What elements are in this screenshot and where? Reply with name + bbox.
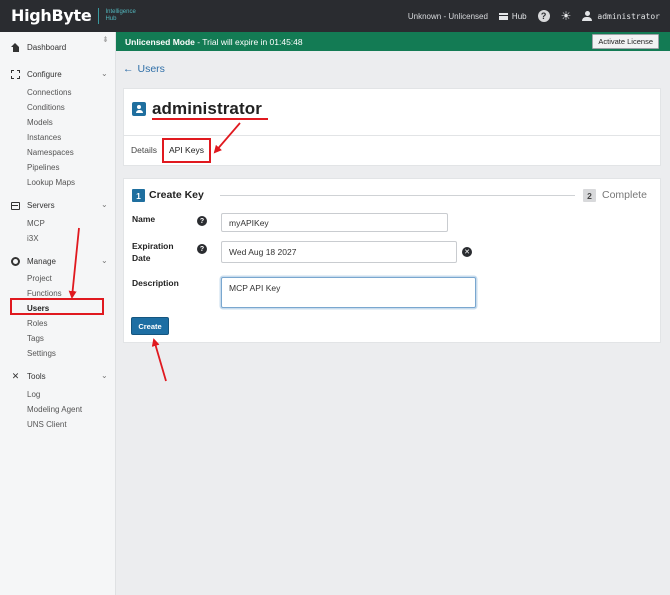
logo-subtitle: Intelligence Hub bbox=[105, 9, 135, 23]
sidebar-item-conditions[interactable]: Conditions bbox=[27, 103, 65, 112]
step-connector bbox=[220, 195, 575, 196]
license-banner: Unlicensed Mode - Trial will expire in 0… bbox=[116, 32, 670, 51]
chevron-down-icon: ⌄ bbox=[101, 69, 108, 78]
hub-label: Hub bbox=[511, 11, 527, 21]
name-help-icon[interactable]: ? bbox=[197, 216, 207, 226]
create-button[interactable]: Create bbox=[131, 317, 169, 335]
home-icon bbox=[11, 43, 20, 52]
nav-tools-label: Tools bbox=[27, 372, 46, 381]
description-label: Description bbox=[132, 278, 179, 288]
logo-divider bbox=[98, 7, 100, 24]
theme-toggle-icon[interactable]: ☀ bbox=[561, 10, 572, 22]
pin-sidebar-icon[interactable]: ⇟ bbox=[102, 35, 109, 44]
nav-tools[interactable]: ✕ Tools ⌄ bbox=[11, 371, 111, 381]
logo-subtitle-line1: Intelligence bbox=[105, 8, 136, 15]
nav-manage[interactable]: Manage ⌄ bbox=[11, 256, 111, 266]
banner-text: Unlicensed Mode - Trial will expire in 0… bbox=[125, 37, 303, 47]
nav-configure-label: Configure bbox=[27, 70, 62, 79]
nav-dashboard[interactable]: Dashboard bbox=[11, 43, 66, 52]
sidebar: ⇟ Dashboard Configure ⌄ Connections Cond… bbox=[0, 32, 116, 595]
sidebar-item-pipelines[interactable]: Pipelines bbox=[27, 163, 59, 172]
sidebar-item-i3x[interactable]: i3X bbox=[27, 234, 39, 243]
hub-icon bbox=[498, 12, 508, 20]
description-textarea[interactable]: MCP API Key bbox=[221, 277, 476, 308]
step-2-badge: 2 bbox=[583, 189, 596, 202]
nav-manage-label: Manage bbox=[27, 257, 56, 266]
step-1-badge: 1 bbox=[132, 189, 145, 202]
tools-icon: ✕ bbox=[11, 371, 20, 381]
banner-mode: Unlicensed Mode bbox=[125, 36, 195, 47]
sidebar-item-project[interactable]: Project bbox=[27, 274, 52, 283]
back-to-users-link[interactable]: ← Users bbox=[123, 63, 165, 75]
user-menu[interactable]: administrator bbox=[582, 11, 660, 21]
chevron-down-icon: ⌄ bbox=[101, 256, 108, 265]
sidebar-item-tags[interactable]: Tags bbox=[27, 334, 44, 343]
step-2-label: Complete bbox=[602, 189, 647, 201]
sidebar-item-mcp[interactable]: MCP bbox=[27, 219, 45, 228]
activate-license-button[interactable]: Activate License bbox=[592, 34, 659, 49]
sidebar-item-lookup-maps[interactable]: Lookup Maps bbox=[27, 178, 75, 187]
hub-button[interactable]: Hub bbox=[498, 11, 527, 21]
chevron-down-icon: ⌄ bbox=[101, 371, 108, 380]
help-icon[interactable]: ? bbox=[537, 10, 550, 22]
top-bar-right: Unknown - Unlicensed Hub ? ☀ administrat… bbox=[408, 0, 660, 32]
tab-api-keys[interactable]: API Keys bbox=[169, 145, 204, 155]
step-1-label: Create Key bbox=[149, 189, 204, 201]
gear-icon bbox=[11, 257, 20, 266]
sidebar-item-log[interactable]: Log bbox=[27, 390, 40, 399]
tab-details[interactable]: Details bbox=[131, 145, 157, 155]
logo-text: HighByte bbox=[11, 6, 92, 25]
sidebar-item-users[interactable]: Users bbox=[27, 304, 49, 313]
create-arrow bbox=[151, 338, 167, 382]
nav-dashboard-label: Dashboard bbox=[27, 43, 67, 52]
name-input[interactable]: myAPIKey bbox=[221, 213, 448, 232]
sidebar-item-functions[interactable]: Functions bbox=[27, 289, 62, 298]
highbyte-logo[interactable]: HighByte Intelligence Hub bbox=[11, 6, 136, 25]
banner-message: - Trial will expire in 01:45:48 bbox=[194, 36, 303, 47]
expiration-date-input[interactable]: Wed Aug 18 2027 bbox=[221, 241, 457, 263]
expiration-label-line2: Date bbox=[132, 253, 151, 263]
nav-configure[interactable]: Configure ⌄ bbox=[11, 69, 111, 79]
create-key-card: 1 Create Key 2 Complete Name ? myAPIKey … bbox=[123, 178, 661, 343]
page-title: administrator bbox=[152, 99, 262, 118]
user-header-card: administrator Details API Keys bbox=[123, 88, 661, 166]
user-menu-name: administrator bbox=[597, 11, 660, 21]
expiration-label-line1: Expiration bbox=[132, 241, 174, 251]
name-label: Name bbox=[132, 214, 156, 224]
title-row: administrator bbox=[132, 99, 262, 119]
chevron-down-icon: ⌄ bbox=[101, 200, 108, 209]
sidebar-item-modeling-agent[interactable]: Modeling Agent bbox=[27, 405, 82, 414]
sidebar-item-instances[interactable]: Instances bbox=[27, 133, 61, 142]
user-icon bbox=[132, 102, 146, 116]
sidebar-item-models[interactable]: Models bbox=[27, 118, 53, 127]
top-bar: HighByte Intelligence Hub Unknown - Unli… bbox=[0, 0, 670, 32]
server-icon bbox=[11, 201, 20, 210]
back-label: Users bbox=[137, 63, 165, 75]
license-status: Unknown - Unlicensed bbox=[407, 11, 488, 21]
nav-servers-label: Servers bbox=[27, 201, 55, 210]
sidebar-item-roles[interactable]: Roles bbox=[27, 319, 47, 328]
clear-date-icon[interactable]: ✕ bbox=[462, 247, 472, 257]
logo-subtitle-line2: Hub bbox=[105, 15, 117, 22]
person-icon bbox=[582, 11, 593, 21]
sidebar-item-namespaces[interactable]: Namespaces bbox=[27, 148, 74, 157]
configure-icon bbox=[11, 70, 20, 79]
sidebar-item-settings[interactable]: Settings bbox=[27, 349, 56, 358]
expiration-label: Expiration Date bbox=[132, 240, 174, 264]
divider bbox=[124, 135, 660, 136]
back-arrow-icon: ← bbox=[123, 63, 134, 75]
nav-servers[interactable]: Servers ⌄ bbox=[11, 200, 111, 210]
sidebar-item-uns-client[interactable]: UNS Client bbox=[27, 420, 67, 429]
expiration-help-icon[interactable]: ? bbox=[197, 244, 207, 254]
sidebar-item-connections[interactable]: Connections bbox=[27, 88, 71, 97]
